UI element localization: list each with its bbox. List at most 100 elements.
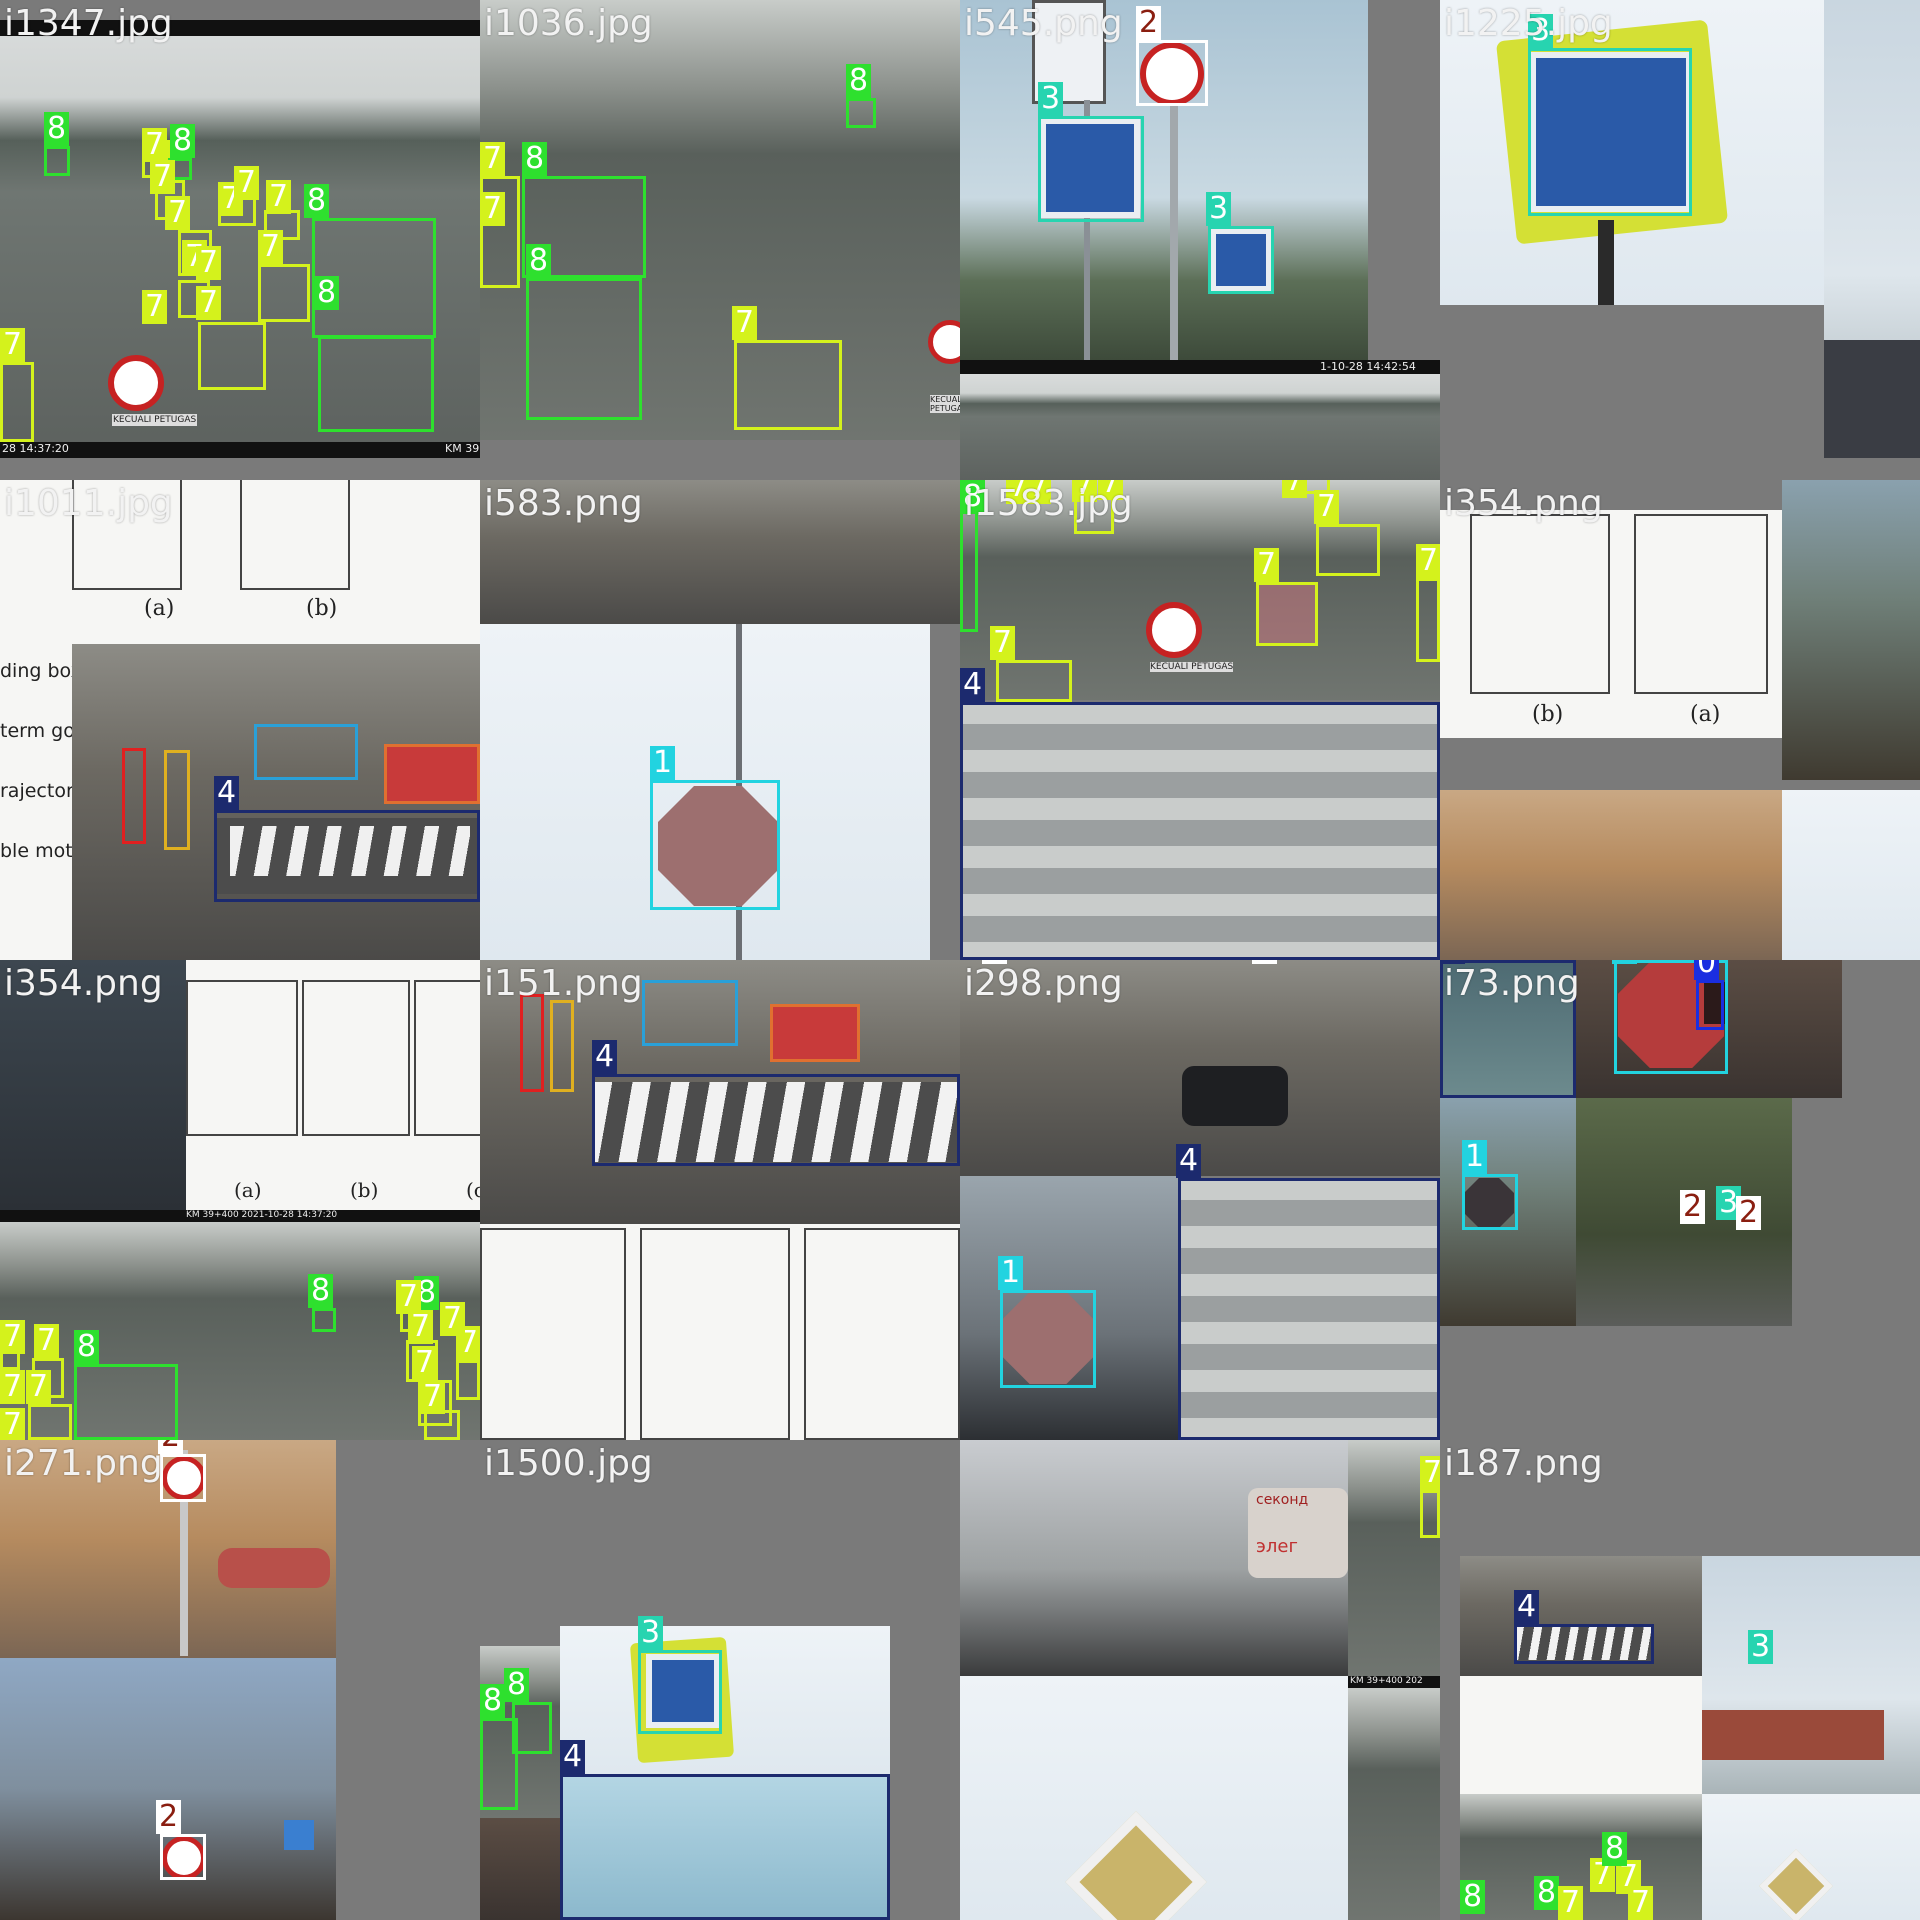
tile-filename: i1347.jpg [4, 3, 173, 44]
caption-a: (a) [144, 596, 175, 621]
bbox-label: 8 [308, 1274, 334, 1308]
bbox-label: 3 [1748, 1630, 1774, 1664]
mosaic-tile-i1036: KECUALI PETUGAS 8 7 8 7 8 7 i1036.jpg [480, 0, 960, 480]
tile-filename: i1583.jpg [964, 483, 1133, 524]
sign-pole [1170, 66, 1178, 360]
parking-sign [284, 1820, 314, 1850]
mosaic-tile-i298: 1 4 2 2 i298.png [960, 960, 1440, 1440]
bbox-truck [960, 510, 978, 632]
bbox-label: 2 [156, 1800, 182, 1834]
bbox-label: 3 [1038, 82, 1064, 116]
red-car [218, 1548, 330, 1588]
bbox-label: 4 [1514, 1590, 1540, 1624]
bbox-truck [312, 1308, 336, 1332]
bbox-crosswalk [214, 810, 480, 902]
bbox-speed-sign [160, 1454, 206, 1502]
bbox-label: 7 [34, 1324, 60, 1358]
tile-filename: i298.png [964, 963, 1123, 1004]
diagram-panel [804, 1228, 960, 1440]
tile-filename: i583.png [484, 483, 643, 524]
bbox-label: 7 [990, 626, 1016, 660]
diagram-panel [186, 980, 298, 1136]
mosaic-tile-i545: 1-10-28 14:42:54 3 3 2 i545.png [960, 0, 1440, 480]
bbox-label: 7 [480, 192, 506, 226]
mosaic-tile-i354-b: (a) (b) (c KM 39+400 2021-10-28 14:37:20… [0, 960, 480, 1440]
bbox-crosswalk-sign [638, 1650, 722, 1734]
annotation-box [122, 748, 146, 844]
bbox-label: 7 [480, 142, 506, 176]
bbox-label: 7 [234, 166, 260, 200]
timestamp-text: KM 39+400 202 [1350, 1676, 1423, 1686]
tree-photo [0, 1658, 336, 1920]
bbox-label: 7 [420, 1380, 446, 1414]
annotation-box [384, 744, 480, 804]
bbox-label: 1 [998, 1256, 1024, 1290]
bus-ad-text: элег [1256, 1536, 1298, 1557]
bbox-label: 4 [592, 1040, 618, 1074]
bbox-car [0, 362, 34, 442]
bbox-crosswalk-sign [1038, 116, 1144, 222]
bbox-crosswalk-sign [1208, 226, 1274, 294]
diagram-panel [640, 1228, 790, 1440]
bbox-label: 7 [1254, 548, 1280, 582]
bbox-label: 2 [1680, 1190, 1706, 1224]
bbox-label: 7 [440, 1302, 466, 1336]
bbox-suv [734, 340, 842, 430]
bbox-label: 7 [408, 1310, 434, 1344]
bbox-crosswalk [592, 1074, 960, 1166]
bbox-label: 4 [560, 1740, 586, 1774]
bbox-label: 7 [1282, 480, 1308, 498]
highway-photo [960, 374, 1440, 480]
bus-sign-text: секонд [1256, 1492, 1309, 1508]
mosaic-tile-unnamed: секонд элег 7 KM 39+400 202 [960, 1440, 1440, 1920]
annotation-box [254, 724, 358, 780]
bbox-label: 7 [1628, 1886, 1654, 1920]
bbox-car [258, 264, 310, 322]
bbox-traffic-light [1696, 980, 1724, 1030]
bbox-crosswalk [1178, 1178, 1440, 1440]
bbox-truck [512, 1702, 552, 1754]
bbox-stop-sign [650, 780, 780, 910]
bbox-car [28, 1404, 72, 1440]
mosaic-tile-i1583: KECUALI PETUGAS 8 7 7 7 7 7 7 7 7 7 4 i1… [960, 480, 1440, 960]
sign-text: KECUALI PETUGAS [930, 395, 960, 413]
diagram-panel [240, 480, 350, 590]
bbox-label: 8 [504, 1668, 530, 1702]
tile-filename: i271.png [4, 1443, 163, 1484]
caption-c: (c [466, 1178, 480, 1202]
bbox-car [456, 1360, 480, 1400]
bbox-car [1256, 582, 1318, 646]
no-u-turn-sign [108, 355, 164, 411]
bbox-label: 1 [650, 746, 676, 780]
brick-building [1702, 1710, 1884, 1760]
caption-b: (b) [350, 1178, 379, 1202]
tile-filename: i1036.jpg [484, 3, 653, 44]
bbox-tanker-truck [74, 1364, 178, 1440]
mosaic-tile-i151: 4 i151.png [480, 960, 960, 1440]
bbox-label: 8 [170, 124, 196, 158]
bbox-car [1316, 524, 1380, 576]
diagram-panel [414, 980, 480, 1136]
bbox-label: 8 [314, 276, 340, 310]
annotation-box [550, 1000, 574, 1092]
bbox-label: 4 [214, 776, 240, 810]
tile-filename: i354.png [4, 963, 163, 1004]
caption-b: (b) [1532, 702, 1564, 727]
timestamp-bar [0, 442, 480, 458]
bbox-label: 8 [1460, 1880, 1486, 1914]
diagram-panel [480, 1228, 626, 1440]
bbox-label: 8 [480, 1684, 506, 1718]
highway-photo [1348, 1688, 1440, 1920]
bbox-label: 7 [0, 1408, 26, 1440]
bbox-label: 7 [142, 290, 168, 324]
mosaic-tile-i73: 4 1 0 1 2 3 2 i73.png [1440, 960, 1920, 1440]
mosaic-tile-i1011: (a) (b) ding box term goal rajectory ble… [0, 480, 480, 960]
bbox-label: 0 [1694, 960, 1720, 980]
annotation-box [770, 1004, 860, 1062]
bbox-speed-sign [1136, 40, 1208, 106]
mosaic-tile-i354-a: (b) (a) i354.png [1440, 480, 1920, 960]
mosaic-tile-i271: 2 2 i271.png [0, 1440, 480, 1920]
annotation-box [642, 980, 738, 1046]
tree-photo [1440, 790, 1782, 960]
sky-photo [1782, 790, 1920, 960]
